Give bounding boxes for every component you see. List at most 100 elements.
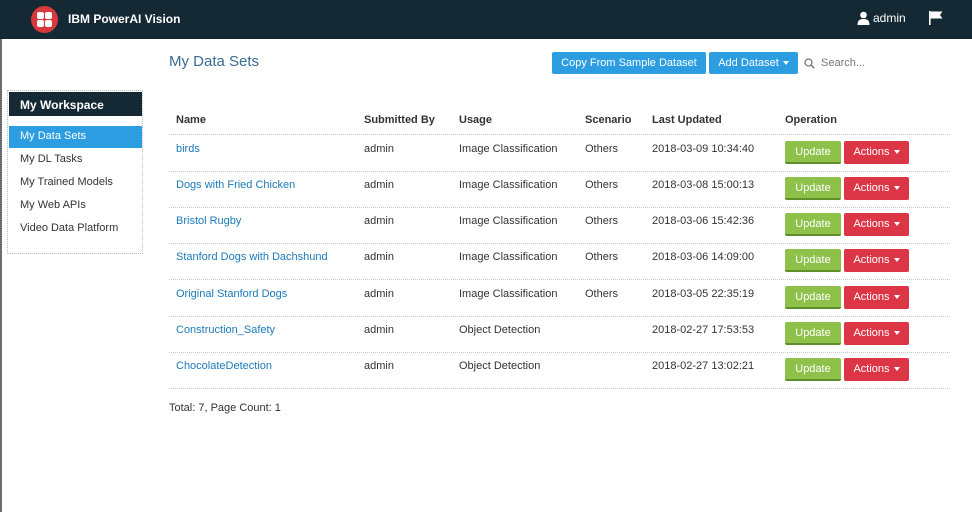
row-divider bbox=[169, 352, 950, 353]
row-divider bbox=[169, 388, 950, 389]
column-header-usage: Usage bbox=[459, 114, 493, 126]
dataset-name-link[interactable]: Stanford Dogs with Dachshund bbox=[176, 251, 328, 263]
actions-button[interactable]: Actions bbox=[844, 177, 909, 200]
scenario-cell: Others bbox=[585, 143, 619, 155]
dataset-name-link[interactable]: Bristol Rugby bbox=[176, 215, 241, 227]
add-dataset-button[interactable]: Add Dataset bbox=[709, 52, 798, 74]
submitted-by-cell: admin bbox=[364, 179, 394, 191]
actions-button[interactable]: Actions bbox=[844, 213, 909, 236]
update-label: Update bbox=[795, 146, 831, 158]
actions-label: Actions bbox=[853, 327, 890, 339]
usage-cell: Object Detection bbox=[459, 324, 541, 336]
row-divider bbox=[169, 243, 950, 244]
chevron-down-icon bbox=[893, 295, 900, 300]
add-dataset-label: Add Dataset bbox=[718, 57, 779, 69]
last-updated-cell: 2018-02-27 13:02:21 bbox=[652, 360, 755, 372]
usage-cell: Object Detection bbox=[459, 360, 541, 372]
sidebar-item-video-data-platform[interactable]: Video Data Platform bbox=[9, 218, 142, 240]
last-updated-cell: 2018-03-05 22:35:19 bbox=[652, 288, 755, 300]
update-label: Update bbox=[795, 218, 831, 230]
last-updated-cell: 2018-03-06 14:09:00 bbox=[652, 251, 755, 263]
chevron-down-icon bbox=[893, 150, 900, 155]
dataset-name-link[interactable]: ChocolateDetection bbox=[176, 360, 272, 372]
chevron-down-icon bbox=[893, 331, 900, 336]
sidebar-heading: My Workspace bbox=[9, 92, 142, 116]
usage-cell: Image Classification bbox=[459, 143, 558, 155]
update-button[interactable]: Update bbox=[785, 358, 841, 381]
actions-button[interactable]: Actions bbox=[844, 141, 909, 164]
submitted-by-cell: admin bbox=[364, 324, 394, 336]
dataset-name-link[interactable]: Dogs with Fried Chicken bbox=[176, 179, 295, 191]
scenario-cell: Others bbox=[585, 288, 619, 300]
usage-cell: Image Classification bbox=[459, 251, 558, 263]
update-button[interactable]: Update bbox=[785, 177, 841, 200]
actions-button[interactable]: Actions bbox=[844, 286, 909, 309]
actions-button[interactable]: Actions bbox=[844, 249, 909, 272]
dataset-name-link[interactable]: Original Stanford Dogs bbox=[176, 288, 287, 300]
actions-button[interactable]: Actions bbox=[844, 358, 909, 381]
sidebar-item-my-web-apis[interactable]: My Web APIs bbox=[9, 195, 142, 217]
update-button[interactable]: Update bbox=[785, 322, 841, 345]
actions-label: Actions bbox=[853, 254, 890, 266]
pagination-summary: Total: 7, Page Count: 1 bbox=[169, 402, 281, 414]
scenario-cell: Others bbox=[585, 215, 619, 227]
row-divider bbox=[169, 279, 950, 280]
row-divider bbox=[169, 316, 950, 317]
last-updated-cell: 2018-02-27 17:53:53 bbox=[652, 324, 755, 336]
copy-from-sample-label: Copy From Sample Dataset bbox=[561, 57, 697, 69]
user-menu[interactable]: admin bbox=[857, 11, 906, 25]
chevron-down-icon bbox=[893, 367, 900, 372]
sidebar-item-my-dl-tasks[interactable]: My DL Tasks bbox=[9, 149, 142, 171]
update-button[interactable]: Update bbox=[785, 213, 841, 236]
column-header-name: Name bbox=[176, 114, 206, 126]
column-header-scenario: Scenario bbox=[585, 114, 632, 126]
top-bar: IBM PowerAI Vision admin bbox=[0, 0, 972, 39]
actions-label: Actions bbox=[853, 363, 890, 375]
scenario-cell: Others bbox=[585, 179, 619, 191]
search-input[interactable] bbox=[821, 57, 931, 69]
usage-cell: Image Classification bbox=[459, 179, 558, 191]
update-button[interactable]: Update bbox=[785, 286, 841, 309]
submitted-by-cell: admin bbox=[364, 360, 394, 372]
chevron-down-icon bbox=[893, 186, 900, 191]
column-header-submitted-by: Submitted By bbox=[364, 114, 435, 126]
copy-from-sample-button[interactable]: Copy From Sample Dataset bbox=[552, 52, 706, 74]
dataset-name-link[interactable]: Construction_Safety bbox=[176, 324, 275, 336]
scenario-cell: Others bbox=[585, 251, 619, 263]
submitted-by-cell: admin bbox=[364, 143, 394, 155]
update-label: Update bbox=[795, 254, 831, 266]
sidebar-item-my-data-sets[interactable]: My Data Sets bbox=[9, 126, 142, 148]
submitted-by-cell: admin bbox=[364, 215, 394, 227]
left-edge bbox=[0, 39, 2, 512]
last-updated-cell: 2018-03-08 15:00:13 bbox=[652, 179, 755, 191]
update-label: Update bbox=[795, 182, 831, 194]
actions-label: Actions bbox=[853, 291, 890, 303]
user-icon bbox=[857, 11, 870, 25]
actions-label: Actions bbox=[853, 146, 890, 158]
usage-cell: Image Classification bbox=[459, 288, 558, 300]
actions-button[interactable]: Actions bbox=[844, 322, 909, 345]
user-name: admin bbox=[873, 11, 906, 25]
usage-cell: Image Classification bbox=[459, 215, 558, 227]
app-title: IBM PowerAI Vision bbox=[68, 12, 181, 26]
row-divider bbox=[169, 207, 950, 208]
update-label: Update bbox=[795, 363, 831, 375]
row-divider bbox=[169, 171, 950, 172]
last-updated-cell: 2018-03-09 10:34:40 bbox=[652, 143, 755, 155]
sidebar-item-my-trained-models[interactable]: My Trained Models bbox=[9, 172, 142, 194]
chevron-down-icon bbox=[893, 222, 900, 227]
update-button[interactable]: Update bbox=[785, 249, 841, 272]
chevron-down-icon bbox=[782, 61, 789, 66]
submitted-by-cell: admin bbox=[364, 288, 394, 300]
search-icon bbox=[804, 57, 815, 69]
update-button[interactable]: Update bbox=[785, 141, 841, 164]
update-label: Update bbox=[795, 291, 831, 303]
dataset-name-link[interactable]: birds bbox=[176, 143, 200, 155]
search-box[interactable] bbox=[804, 52, 943, 74]
logo-icon[interactable] bbox=[31, 6, 58, 33]
update-label: Update bbox=[795, 327, 831, 339]
flag-icon[interactable] bbox=[928, 10, 944, 26]
actions-label: Actions bbox=[853, 218, 890, 230]
sidebar: My Workspace My Data Sets My DL Tasks My… bbox=[7, 90, 143, 254]
row-divider bbox=[169, 134, 950, 135]
